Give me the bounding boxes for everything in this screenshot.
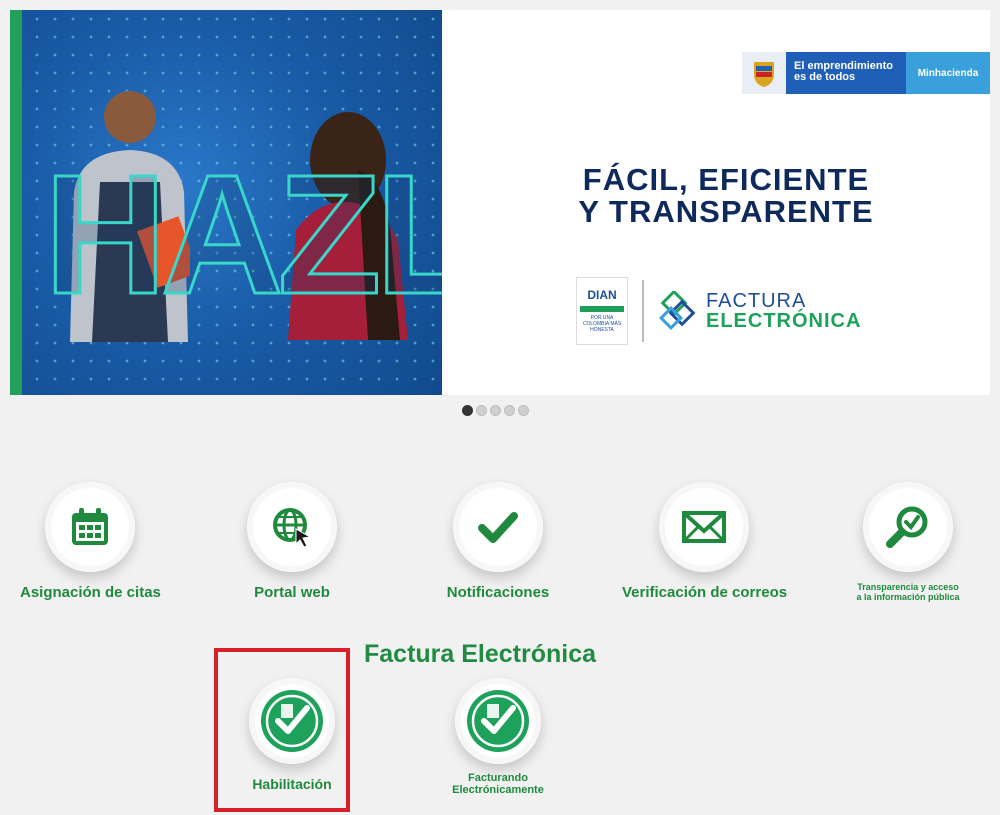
service-portal-web[interactable]: Portal web (222, 482, 362, 601)
highlight-box (214, 648, 350, 812)
fe-logo-line1: FACTURA (706, 290, 807, 312)
factura-item-label-line1[interactable]: Facturando (428, 772, 568, 784)
service-verificacion-correos[interactable]: Verificación de correos (622, 482, 787, 601)
carousel-dot-5[interactable] (518, 405, 529, 416)
government-badge: El emprendimiento es de todos Minhaciend… (742, 52, 990, 94)
service-label-line2[interactable]: a la información pública (838, 592, 978, 602)
factura-circle[interactable] (455, 678, 541, 764)
checkmark-icon (478, 512, 518, 543)
coat-of-arms-icon (742, 52, 786, 94)
service-circle[interactable] (863, 482, 953, 572)
logo-divider (642, 280, 644, 342)
service-label[interactable]: Notificaciones (428, 584, 568, 601)
green-strip (10, 10, 22, 395)
carousel-dot-4[interactable] (504, 405, 515, 416)
dian-tagline: POR UNA COLOMBIA MÁS HONESTA (582, 315, 622, 333)
factura-item-facturando[interactable]: Facturando Electrónicamente (428, 678, 568, 796)
carousel-dot-3[interactable] (490, 405, 501, 416)
carousel-dot-2[interactable] (476, 405, 487, 416)
dian-wordmark: DIAN (587, 288, 617, 302)
factura-item-label-line2[interactable]: Electrónicamente (428, 784, 568, 796)
service-circle[interactable] (659, 482, 749, 572)
service-asignacion-citas[interactable]: Asignación de citas (20, 482, 161, 601)
service-label-line1[interactable]: Transparencia y acceso (838, 582, 978, 592)
envelope-icon (682, 511, 726, 543)
hero-banner[interactable]: HAZLO El emprendimiento es de todos Minh… (10, 10, 990, 395)
carousel-dot-1[interactable] (462, 405, 473, 416)
gov-slogan: El emprendimiento es de todos (786, 52, 906, 94)
banner-photo: HAZLO (10, 10, 442, 395)
service-label[interactable]: Verificación de correos (622, 584, 787, 601)
service-label[interactable]: Portal web (222, 584, 362, 601)
service-circle[interactable] (247, 482, 337, 572)
headline-line1: FÁCIL, EFICIENTE (582, 162, 870, 197)
factura-item-label[interactable]: Facturando Electrónicamente (428, 772, 568, 796)
service-notificaciones[interactable]: Notificaciones (428, 482, 568, 601)
fe-logo-line2: ELECTRÓNICA (706, 310, 862, 332)
service-circle[interactable] (45, 482, 135, 572)
service-label[interactable]: Asignación de citas (20, 584, 161, 601)
dian-logo: DIAN POR UNA COLOMBIA MÁS HONESTA (576, 277, 628, 345)
gov-slogan-line2: es de todos (794, 71, 856, 83)
magnifier-check-icon (886, 506, 928, 548)
globe-cursor-icon (273, 508, 312, 548)
service-label[interactable]: Transparencia y acceso a la información … (838, 582, 978, 602)
service-circle[interactable] (453, 482, 543, 572)
hazlo-overlay-text: HAZLO (42, 140, 442, 330)
brand-logos: DIAN POR UNA COLOMBIA MÁS HONESTA FACTUR… (576, 272, 861, 350)
banner-headline: FÁCIL, EFICIENTE Y TRANSPARENTE (442, 164, 990, 228)
carousel-indicators (462, 405, 529, 416)
dian-stripe (580, 306, 624, 312)
factura-electronica-mark-icon (658, 291, 696, 331)
service-transparencia[interactable]: Transparencia y acceso a la información … (838, 482, 978, 602)
headline-line2: Y TRANSPARENTE (578, 194, 874, 229)
factura-electronica-seal-icon (467, 690, 529, 752)
section-title: Factura Electrónica (364, 640, 597, 668)
ministry-label: Minhacienda (906, 52, 990, 94)
calendar-icon (72, 508, 108, 545)
factura-electronica-logo: FACTURA ELECTRÓNICA (658, 291, 861, 331)
